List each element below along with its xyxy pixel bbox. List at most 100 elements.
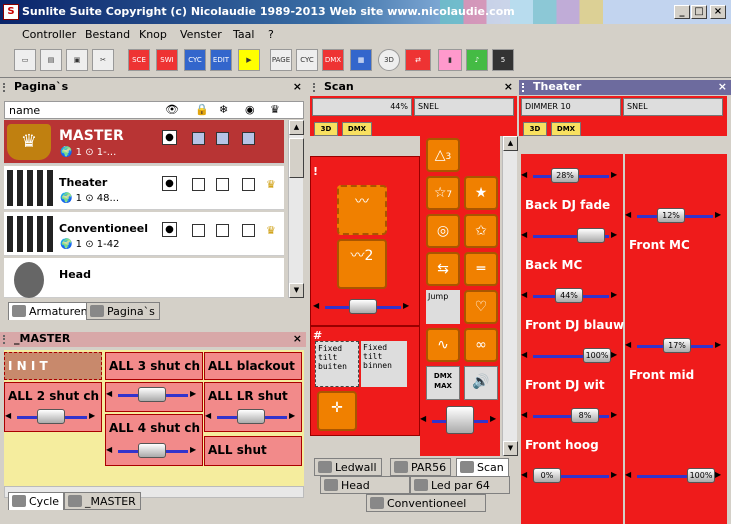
slider-knob[interactable]: 28%	[551, 168, 579, 183]
menu-help[interactable]: ?	[268, 28, 274, 41]
left-arrow-icon[interactable]: ◀	[521, 290, 531, 302]
all-blackout-button[interactable]: ALL blackout	[204, 352, 302, 380]
lock-checkbox[interactable]	[192, 178, 205, 191]
minimize-button[interactable]: _	[674, 5, 690, 19]
pages-scrollbar[interactable]: ▲ ▼	[288, 120, 304, 298]
right-arrow-icon[interactable]: ▶	[611, 230, 621, 242]
tab-conventioneel[interactable]: Conventioneel	[366, 494, 486, 512]
right-arrow-icon[interactable]: ▶	[715, 210, 725, 222]
grid-icon[interactable]: ▦	[350, 49, 372, 71]
save-icon[interactable]: ▣	[66, 49, 88, 71]
visible-checkbox[interactable]: ●	[162, 222, 177, 237]
theater-speed-slider[interactable]: SNEL	[623, 98, 723, 116]
right-arrow-icon[interactable]: ▶	[611, 290, 621, 302]
all-4-shut-button[interactable]: ALL 4 shut ch ◀ ▶	[105, 414, 203, 466]
star2-effect-button[interactable]: ✩	[464, 214, 498, 248]
master-slider[interactable]: ◀ ▶	[5, 409, 99, 425]
spiral-effect-button[interactable]: ◎	[426, 214, 460, 248]
freeze-checkbox[interactable]	[216, 178, 229, 191]
lock-checkbox[interactable]	[192, 132, 205, 145]
tab-paginas[interactable]: Pagina`s	[86, 302, 160, 320]
theater-slider-9[interactable]: ◀ 100% ▶	[625, 468, 725, 484]
swap-icon[interactable]: ⇄	[405, 49, 431, 71]
lock-icon[interactable]: 🔒	[195, 103, 209, 116]
tab-scan[interactable]: Scan	[456, 458, 509, 476]
left-arrow-icon[interactable]: ◀	[625, 210, 635, 222]
menu-taal[interactable]: Taal	[233, 28, 254, 41]
menu-controller[interactable]: Controller	[22, 28, 76, 41]
tab-head[interactable]: Head	[320, 476, 410, 494]
label-front-mid[interactable]: Front mid	[629, 368, 694, 382]
page-row-conventioneel[interactable]: Conventioneel 🌍 1 ⊙ 1-42 ● ♛	[4, 212, 284, 256]
visible-checkbox[interactable]: ●	[162, 130, 177, 145]
open-icon[interactable]: ▤	[40, 49, 62, 71]
left-arrow-icon[interactable]: ◀	[625, 470, 635, 482]
star-effect-button[interactable]: ★	[464, 176, 498, 210]
snowflake-icon[interactable]: ❄	[219, 103, 228, 116]
fixed-tilt-binnen-button[interactable]: Fixed tilt binnen	[361, 341, 407, 387]
left-arrow-icon[interactable]: ◀	[521, 350, 531, 362]
right-arrow-icon[interactable]: ▶	[611, 350, 621, 362]
dmx-button[interactable]: DMX	[342, 122, 372, 136]
jump-button[interactable]: Jump	[426, 290, 460, 324]
close-icon[interactable]: ×	[504, 80, 513, 93]
left-arrow-icon[interactable]: ◀	[521, 470, 531, 482]
slider-knob[interactable]: 12%	[657, 208, 685, 223]
switch-icon[interactable]: SWI	[156, 49, 178, 71]
close-icon[interactable]: ×	[293, 332, 302, 345]
slider-knob[interactable]	[349, 299, 377, 314]
scan-speed-slider[interactable]: SNEL	[414, 98, 514, 116]
right-arrow-icon[interactable]: ▶	[403, 301, 413, 313]
scan-slider[interactable]: ◀ ▶	[313, 299, 413, 315]
theater-slider-2[interactable]: ◀ ▶	[521, 228, 621, 244]
slider-knob[interactable]	[237, 409, 265, 424]
right-arrow-icon[interactable]: ▶	[611, 410, 621, 422]
dmx-icon[interactable]: DMX	[322, 49, 344, 71]
tab-cycle[interactable]: Cycle	[8, 492, 65, 510]
visible-checkbox[interactable]: ●	[162, 176, 177, 191]
scroll-up-icon[interactable]: ▲	[289, 120, 304, 135]
wave-effect-button[interactable]: ∿	[426, 328, 460, 362]
tab-ledwall[interactable]: Ledwall	[314, 458, 382, 476]
scroll-up-icon[interactable]: ▲	[503, 136, 518, 151]
slider-knob[interactable]	[577, 228, 605, 243]
left-arrow-icon[interactable]: ◀	[205, 411, 215, 423]
scan-scrollbar[interactable]: ▲ ▼	[502, 136, 518, 456]
dmx-checkbox[interactable]	[242, 224, 255, 237]
label-front-mc[interactable]: Front MC	[629, 238, 690, 252]
left-arrow-icon[interactable]: ◀	[521, 230, 531, 242]
all-shut-button[interactable]: ALL shut	[204, 436, 302, 466]
theater-dimmer-slider[interactable]: DIMMER 10	[521, 98, 621, 116]
flag-icon[interactable]: ▶	[238, 49, 260, 71]
slider-knob[interactable]	[138, 387, 166, 402]
slider-knob[interactable]: 100%	[583, 348, 611, 363]
all-lr-shut-button[interactable]: ALL LR shut ◀ ▶	[204, 382, 302, 432]
tab-armaturen[interactable]: Armaturen	[8, 302, 93, 320]
theater-slider-1[interactable]: ◀ 28% ▶	[521, 168, 621, 184]
left-arrow-icon[interactable]: ◀	[521, 170, 531, 182]
slider-knob[interactable]	[138, 443, 166, 458]
scan-effect-button-2[interactable]: 〰2	[337, 239, 387, 289]
scan-big-slider[interactable]: ◀ ▶	[420, 406, 500, 436]
left-arrow-icon[interactable]: ◀	[521, 410, 531, 422]
theater-slider-6[interactable]: ◀ 0% ▶	[521, 468, 621, 484]
freeze-checkbox[interactable]	[216, 224, 229, 237]
scan-effect-button-1[interactable]: 〰	[337, 185, 387, 235]
bars-icon[interactable]: ▮	[438, 49, 462, 71]
scroll-down-icon[interactable]: ▼	[503, 441, 518, 456]
eye-icon[interactable]: 👁	[165, 103, 179, 116]
dmx-checkbox[interactable]	[242, 132, 255, 145]
theater-slider-8[interactable]: ◀ 17% ▶	[625, 338, 725, 354]
three-d-icon[interactable]: 3D	[378, 49, 400, 71]
cycle2-icon[interactable]: CYC	[296, 49, 318, 71]
edit-icon[interactable]: EDIT	[210, 49, 232, 71]
slider-knob[interactable]: 0%	[533, 468, 561, 483]
menu-knop[interactable]: Knop	[139, 28, 167, 41]
left-arrow-icon[interactable]: ◀	[106, 389, 116, 401]
freeze-checkbox[interactable]	[216, 132, 229, 145]
crown-icon[interactable]: ♛	[266, 178, 276, 191]
new-icon[interactable]: ▭	[14, 49, 36, 71]
all-3-shut-button[interactable]: ALL 3 shut ch	[105, 352, 203, 380]
left-arrow-icon[interactable]: ◀	[106, 445, 116, 457]
theater-slider-4[interactable]: ◀ 100% ▶	[521, 348, 621, 364]
